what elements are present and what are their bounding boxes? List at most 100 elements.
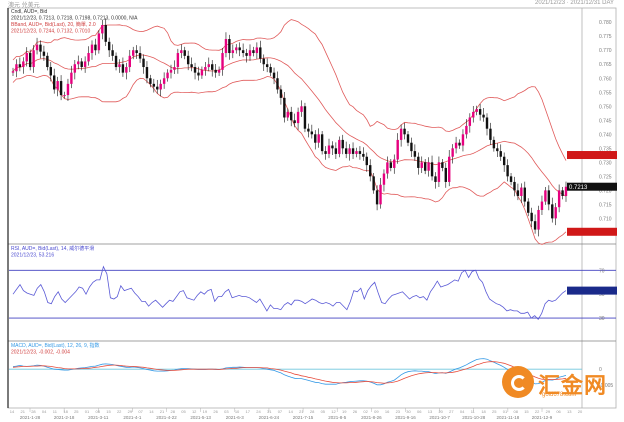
candle-body (77, 61, 80, 65)
price-y-tick: 0.765 (599, 62, 612, 68)
price-legend-2: BBand, AUD=, Bid(Last), 20, 簡單, 2.0 (11, 21, 96, 28)
candle-body (406, 134, 410, 143)
x-day-label: 24 (256, 409, 261, 414)
x-day-label: 11 (53, 409, 58, 414)
candle-body (241, 50, 245, 54)
rsi-panel: 705030RSI, AUD=, Bid(Last), 14, 威尔德平滑202… (9, 245, 617, 322)
candle-body (475, 109, 478, 112)
candle-body (176, 53, 180, 68)
x-day-label: 14 (288, 409, 293, 414)
candle-body (358, 151, 362, 154)
candle-body (104, 25, 107, 42)
x-axis: 2021-1-28 2021-2-18 2021-3-11 2021-4-1 2021-… (10, 408, 583, 420)
candle-body (286, 111, 289, 118)
x-day-label: 20 (438, 409, 443, 414)
candle-body (523, 187, 526, 202)
x-date-label: 2021-11-18 (497, 415, 520, 420)
bband-upper-tag (567, 151, 617, 160)
x-day-label: 10 (235, 409, 240, 414)
candle-body (310, 131, 314, 135)
candle-body (70, 72, 73, 84)
x-date-label: 2021-1-28 (20, 415, 41, 420)
candle-body (97, 33, 101, 51)
x-day-label: 29 (546, 409, 551, 414)
candle-body (142, 58, 145, 68)
financial-chart: 0.780 0.775 0.770 0.765 0.760 0.755 0.750 0.745… (7, 7, 617, 420)
candle-body (42, 51, 46, 56)
x-day-label: 08 (96, 409, 101, 414)
candle-body (276, 78, 279, 90)
x-day-label: 01 (85, 409, 90, 414)
x-day-label: 19 (342, 409, 347, 414)
x-day-label: 28 (171, 409, 176, 414)
rsi-line (12, 265, 567, 320)
candle-body (265, 64, 269, 68)
x-date-label: 2021-12-9 (532, 415, 553, 420)
x-day-label: 08 (513, 409, 518, 414)
x-day-label: 31 (267, 409, 272, 414)
candle-body (430, 162, 434, 177)
candle-body (224, 39, 228, 54)
candle-body (389, 162, 393, 168)
x-day-label: 14 (149, 409, 154, 414)
candle-body (252, 50, 255, 54)
candle-body (121, 64, 125, 73)
candle-body (235, 47, 238, 51)
gold678-logo: 汇金网 gold678.com (502, 366, 618, 398)
candle-body (344, 148, 348, 154)
candle-body (59, 81, 63, 96)
candle-body (472, 111, 475, 118)
candle-body (66, 83, 70, 96)
candle-body (11, 71, 15, 73)
candle-body (403, 128, 406, 135)
candle-body (259, 47, 262, 59)
macd-signal-line (12, 361, 567, 384)
x-day-label: 28 (31, 409, 36, 414)
candle-body (420, 162, 423, 168)
candle-body (557, 190, 561, 208)
candle-body (478, 109, 482, 115)
candle-body (458, 142, 461, 146)
candle-body (499, 151, 502, 157)
x-date-label: 2021-3-11 (88, 415, 109, 420)
candle-body (18, 64, 22, 68)
x-day-label: 14 (10, 409, 15, 414)
x-day-label: 21 (299, 409, 304, 414)
candle-body (533, 221, 537, 230)
candle-body (245, 53, 248, 56)
candle-body (382, 173, 386, 185)
price-y-tick: 0.750 (599, 104, 612, 110)
candle-body (365, 156, 368, 166)
candle-body (334, 148, 338, 154)
candle-body (465, 125, 468, 135)
x-date-label: 2021-9-16 (395, 415, 416, 420)
x-day-label: 06 (417, 409, 422, 414)
candle-body (94, 44, 97, 51)
candle-body (307, 128, 310, 132)
candle-body (513, 181, 516, 191)
x-day-label: 04 (460, 409, 465, 414)
candle-body (444, 167, 447, 182)
candle-body (101, 25, 104, 34)
price-y-tick: 0.770 (599, 48, 612, 54)
candle-body (283, 97, 286, 118)
candle-body (238, 47, 241, 51)
price-tag-label: 0.7213 (569, 185, 588, 191)
x-day-label: 07 (278, 409, 283, 414)
candle-body (496, 148, 499, 152)
x-day-label: 25 (492, 409, 497, 414)
x-date-label: 2021-4-1 (123, 415, 142, 420)
price-y-tick: 0.740 (599, 132, 612, 138)
candle-body (441, 162, 444, 168)
x-day-label: 06 (556, 409, 561, 414)
candle-body (393, 159, 396, 168)
candle-body (520, 187, 523, 196)
candle-body (516, 190, 520, 196)
candle-body (80, 61, 83, 68)
x-day-label: 19 (203, 409, 208, 414)
candle-body (186, 55, 190, 65)
candle-body (135, 50, 138, 54)
candle-body (166, 72, 169, 79)
x-date-label: 2021-7-15 (293, 415, 314, 420)
bband-upper (12, 19, 567, 161)
